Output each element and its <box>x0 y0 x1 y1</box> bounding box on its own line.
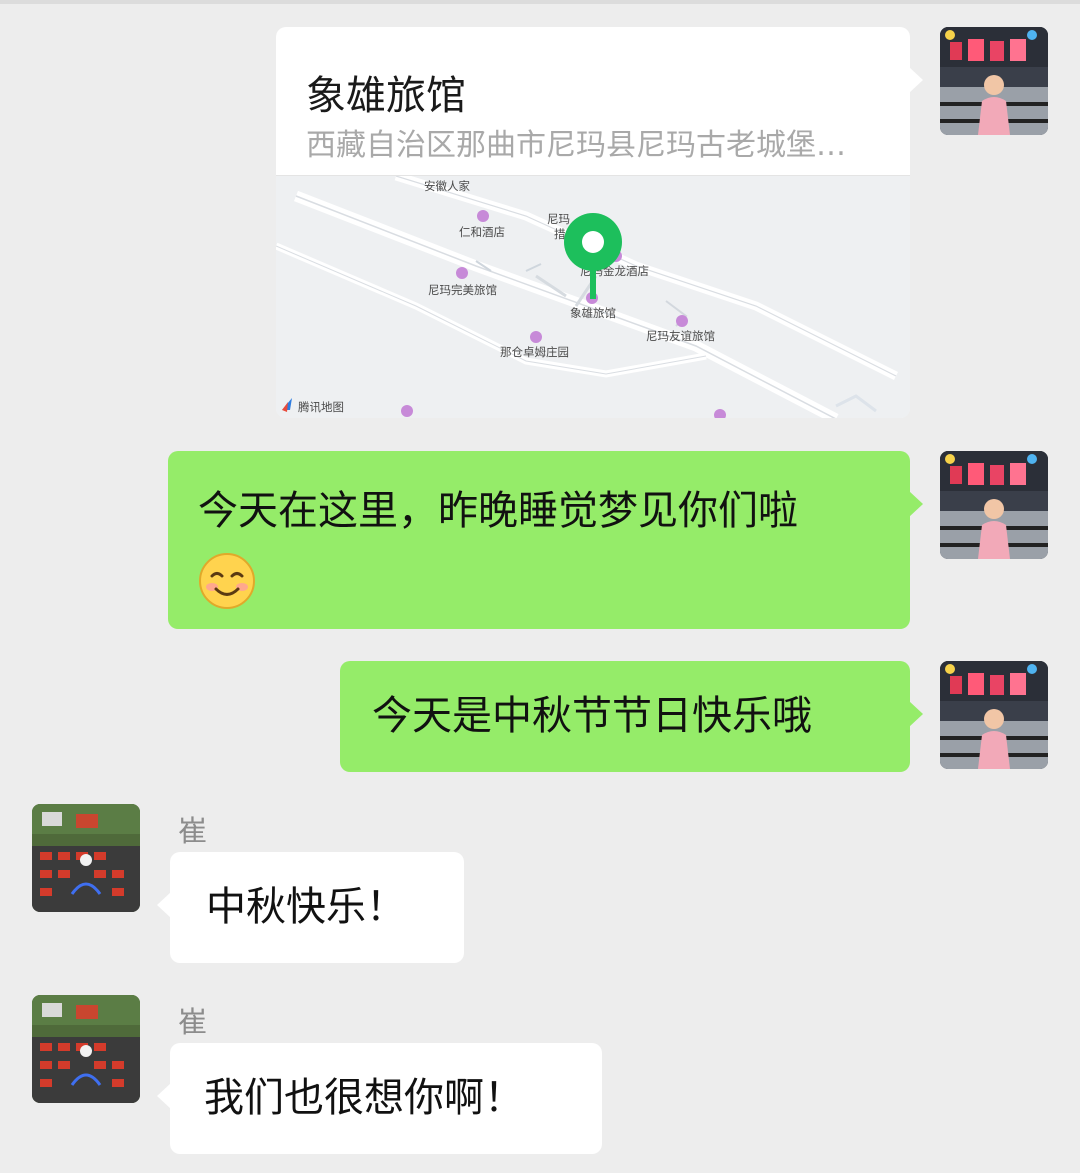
location-title: 象雄旅馆 <box>306 73 466 119</box>
top-divider <box>0 0 1080 4</box>
bubble-tail <box>909 67 923 93</box>
bubble-tail <box>157 1083 171 1109</box>
sender-name: 崔 <box>178 1005 208 1039</box>
bubble-tail <box>909 701 923 727</box>
sent-message-bubble[interactable]: 今天是中秋节节日快乐哦 <box>340 661 923 772</box>
message-text: 中秋快乐！ <box>206 884 406 930</box>
contact-avatar[interactable] <box>32 995 140 1103</box>
message-text: 今天是中秋节节日快乐哦 <box>372 693 812 739</box>
map-brand: 腾讯地图 <box>298 400 344 414</box>
message-text: 我们也很想你啊！ <box>204 1075 524 1121</box>
my-avatar[interactable] <box>940 661 1048 769</box>
received-message-bubble[interactable]: 我们也很想你啊！ <box>157 1043 602 1154</box>
map-label: 尼玛完美旅馆 <box>428 283 497 297</box>
location-map-preview[interactable]: 安徽人家 仁和酒店 尼玛 措 尼玛金龙酒店 尼玛完美旅馆 象雄旅馆 尼玛友谊旅馆… <box>276 175 910 418</box>
sent-message-bubble[interactable]: 今天在这里，昨晚睡觉梦见你们啦 <box>168 451 923 629</box>
bubble-tail <box>909 491 923 517</box>
map-label: 那仓卓姆庄园 <box>500 345 569 359</box>
message-text: 今天在这里，昨晚睡觉梦见你们啦 <box>198 488 798 534</box>
map-label: 安徽人家 <box>424 179 470 193</box>
map-label: 尼玛 <box>547 212 570 226</box>
map-label: 尼玛友谊旅馆 <box>646 329 715 343</box>
map-label: 仁和酒店 <box>459 225 505 239</box>
my-avatar[interactable] <box>940 27 1048 135</box>
location-address: 西藏自治区那曲市尼玛县尼玛古老城堡… <box>306 128 846 163</box>
location-message-card[interactable]: 象雄旅馆 西藏自治区那曲市尼玛县尼玛古老城堡… 安徽人家 仁和酒店 尼玛 措 尼… <box>276 27 923 418</box>
my-avatar[interactable] <box>940 451 1048 559</box>
received-message-bubble[interactable]: 中秋快乐！ <box>157 852 464 963</box>
contact-avatar[interactable] <box>32 804 140 912</box>
map-label: 象雄旅馆 <box>570 306 616 320</box>
smiling-face-icon <box>198 552 256 610</box>
bubble-tail <box>157 892 171 918</box>
map-graphic: 安徽人家 仁和酒店 尼玛 措 尼玛金龙酒店 尼玛完美旅馆 象雄旅馆 尼玛友谊旅馆… <box>276 176 910 418</box>
sender-name: 崔 <box>178 814 208 848</box>
